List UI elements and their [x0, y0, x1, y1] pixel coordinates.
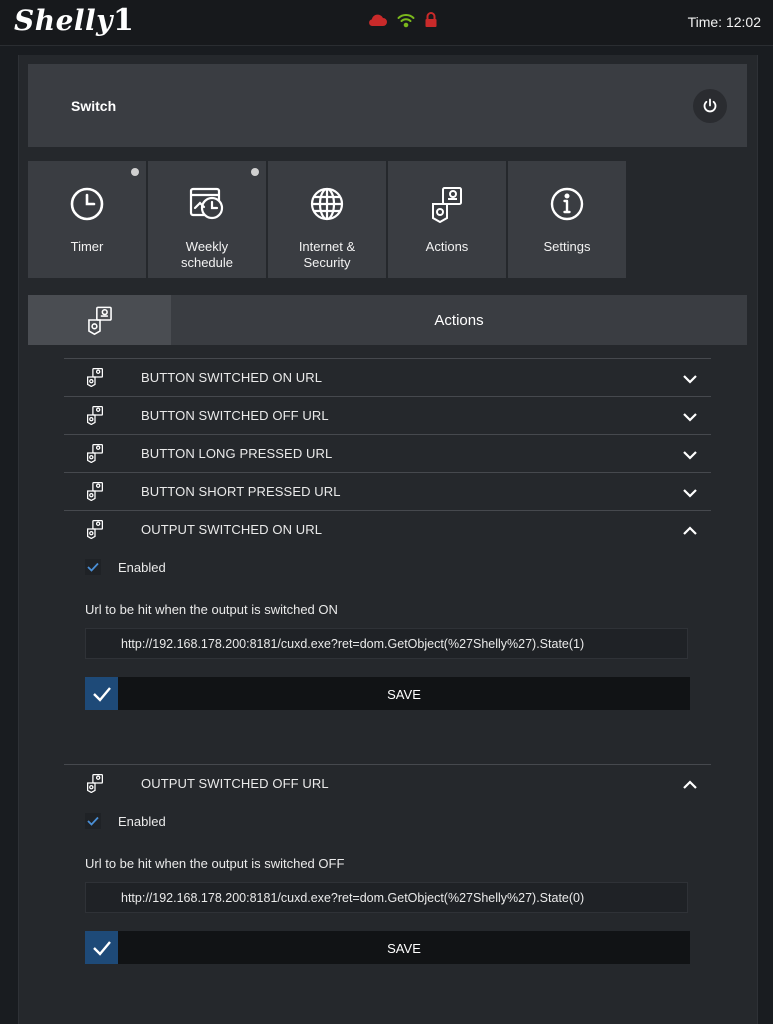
- chevron-down-icon[interactable]: [682, 371, 698, 389]
- wifi-icon: [397, 12, 415, 33]
- save-button[interactable]: SAVE: [85, 931, 690, 964]
- action-row-button-long-pressed[interactable]: BUTTON LONG PRESSED URL: [64, 434, 711, 472]
- chevron-down-icon[interactable]: [682, 447, 698, 465]
- url-caption: Url to be hit when the output is switche…: [85, 602, 338, 617]
- action-label: OUTPUT SWITCHED ON URL: [141, 522, 323, 537]
- actions-section-header: Actions: [28, 295, 747, 345]
- actions-icon: [428, 185, 466, 223]
- tile-timer[interactable]: Timer: [28, 161, 146, 278]
- action-row-output-switched-on[interactable]: OUTPUT SWITCHED ON URL: [64, 510, 711, 548]
- action-row-button-switched-off[interactable]: BUTTON SWITCHED OFF URL: [64, 396, 711, 434]
- check-icon: [87, 816, 99, 826]
- action-label: BUTTON SWITCHED OFF URL: [141, 408, 329, 423]
- switch-title: Switch: [71, 98, 117, 114]
- actions-icon: [87, 306, 112, 335]
- section-icon-box: [28, 295, 171, 345]
- enabled-checkbox[interactable]: [85, 559, 101, 575]
- action-label: OUTPUT SWITCHED OFF URL: [141, 776, 329, 791]
- actions-icon: [85, 367, 105, 392]
- enabled-label: Enabled: [118, 559, 166, 575]
- save-check-box: [85, 931, 118, 964]
- actions-icon: [85, 405, 105, 430]
- enabled-toggle[interactable]: Enabled: [85, 813, 166, 829]
- tile-label: Timer: [70, 239, 104, 254]
- section-title: Actions: [434, 312, 484, 329]
- save-check-box: [85, 677, 118, 710]
- clock-icon: [69, 185, 105, 223]
- tile-label: Actions: [425, 239, 469, 254]
- status-icons: [366, 11, 438, 33]
- top-bar: Shelly1 Time: 12:02: [0, 0, 773, 46]
- check-icon: [87, 562, 99, 572]
- notification-dot: [131, 168, 139, 176]
- lock-icon: [424, 11, 438, 33]
- chevron-down-icon[interactable]: [682, 485, 698, 503]
- shelly-logo: Shelly1: [14, 3, 135, 38]
- save-label: SAVE: [387, 941, 421, 956]
- globe-icon: [309, 185, 345, 223]
- enabled-toggle[interactable]: Enabled: [85, 559, 166, 575]
- url-input[interactable]: [85, 628, 688, 659]
- cloud-icon: [366, 12, 388, 33]
- chevron-down-icon[interactable]: [682, 409, 698, 427]
- notification-dot: [251, 168, 259, 176]
- tile-internet-security[interactable]: Internet & Security: [268, 161, 386, 278]
- power-icon: [703, 98, 717, 113]
- enabled-checkbox[interactable]: [85, 813, 101, 829]
- power-button[interactable]: [693, 89, 727, 123]
- tile-settings[interactable]: Settings: [508, 161, 626, 278]
- time-display: Time: 12:02: [687, 14, 761, 30]
- action-label: BUTTON LONG PRESSED URL: [141, 446, 333, 461]
- chevron-up-icon[interactable]: [682, 777, 698, 795]
- chevron-up-icon[interactable]: [682, 523, 698, 541]
- save-button[interactable]: SAVE: [85, 677, 690, 710]
- actions-icon: [85, 481, 105, 506]
- url-caption: Url to be hit when the output is switche…: [85, 856, 345, 871]
- info-icon: [549, 185, 585, 223]
- schedule-icon: [188, 185, 226, 223]
- save-label: SAVE: [387, 687, 421, 702]
- action-row-output-switched-off[interactable]: OUTPUT SWITCHED OFF URL: [64, 764, 711, 802]
- actions-icon: [85, 773, 105, 798]
- action-label: BUTTON SHORT PRESSED URL: [141, 484, 341, 499]
- actions-icon: [85, 519, 105, 544]
- actions-list: BUTTON SWITCHED ON URL BUTTON SWITCHED O…: [64, 358, 711, 1018]
- tile-label: Internet & Security: [298, 239, 356, 270]
- switch-card: Switch: [28, 64, 747, 147]
- check-icon: [92, 940, 111, 956]
- action-label: BUTTON SWITCHED ON URL: [141, 370, 323, 385]
- tile-label: Weekly schedule: [180, 239, 234, 270]
- action-row-button-switched-on[interactable]: BUTTON SWITCHED ON URL: [64, 358, 711, 396]
- enabled-label: Enabled: [118, 813, 166, 829]
- actions-icon: [85, 443, 105, 468]
- action-row-button-short-pressed[interactable]: BUTTON SHORT PRESSED URL: [64, 472, 711, 510]
- action-body-output-switched-on: Enabled Url to be hit when the output is…: [64, 548, 711, 764]
- action-body-output-switched-off: Enabled Url to be hit when the output is…: [64, 802, 711, 1018]
- feature-tiles: Timer Weekly schedule Internet & Securit…: [28, 161, 626, 278]
- check-icon: [92, 686, 111, 702]
- url-input[interactable]: [85, 882, 688, 913]
- tile-label: Settings: [543, 239, 591, 254]
- tile-actions[interactable]: Actions: [388, 161, 506, 278]
- tile-weekly-schedule[interactable]: Weekly schedule: [148, 161, 266, 278]
